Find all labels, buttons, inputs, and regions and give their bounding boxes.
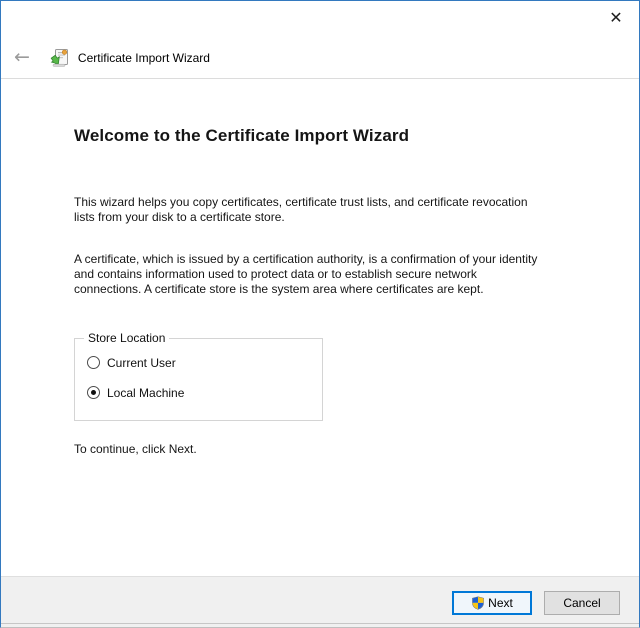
radio-current-user[interactable]: Current User bbox=[87, 356, 322, 370]
radio-button-icon bbox=[87, 386, 100, 400]
radio-button-icon bbox=[87, 356, 100, 370]
next-button-label: Next bbox=[488, 596, 513, 610]
button-bar: Next Cancel bbox=[1, 576, 639, 627]
wizard-page-content: Welcome to the Certificate Import Wizard… bbox=[1, 79, 639, 456]
store-location-legend: Store Location bbox=[84, 330, 170, 345]
wizard-header: ← Certificate Import Wizard bbox=[1, 37, 639, 79]
back-arrow-icon: ← bbox=[14, 46, 30, 68]
certificate-import-wizard-icon bbox=[50, 48, 70, 68]
back-button[interactable]: ← bbox=[14, 48, 30, 67]
page-heading: Welcome to the Certificate Import Wizard bbox=[74, 126, 410, 145]
store-location-group: Store Location Current User Local Machin… bbox=[74, 330, 323, 421]
intro-paragraph: This wizard helps you copy certificates,… bbox=[74, 195, 528, 225]
close-button[interactable]: ✕ bbox=[601, 5, 631, 31]
close-icon: ✕ bbox=[609, 8, 623, 27]
titlebar: ✕ bbox=[1, 1, 639, 37]
cancel-button[interactable]: Cancel bbox=[544, 591, 620, 615]
cancel-button-label: Cancel bbox=[563, 596, 601, 610]
window-title: Certificate Import Wizard bbox=[77, 50, 210, 65]
certificate-import-wizard-window: ✕ ← Certificate Import Wizard Welcome to… bbox=[0, 0, 640, 628]
radio-current-user-label: Current User bbox=[107, 355, 176, 370]
radio-local-machine[interactable]: Local Machine bbox=[87, 386, 322, 400]
radio-local-machine-label: Local Machine bbox=[107, 385, 185, 400]
description-paragraph: A certificate, which is issued by a cert… bbox=[74, 251, 538, 297]
continue-hint: To continue, click Next. bbox=[74, 441, 197, 456]
next-button[interactable]: Next bbox=[452, 591, 532, 615]
uac-shield-icon bbox=[471, 596, 485, 610]
